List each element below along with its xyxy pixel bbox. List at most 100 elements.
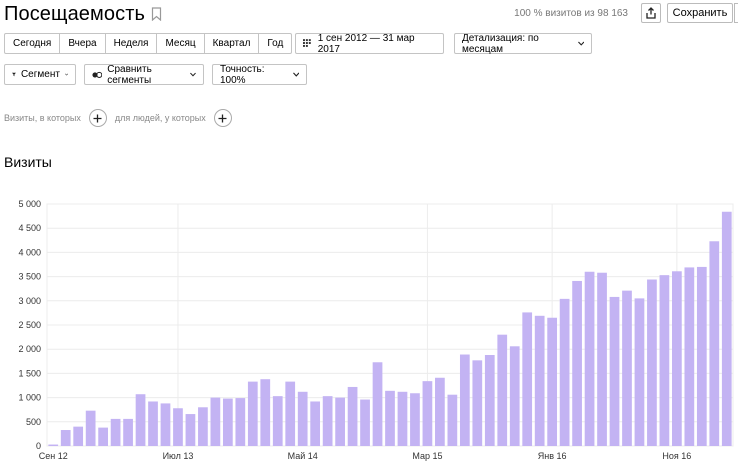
x-tick-label: Ноя 16 (662, 451, 691, 461)
bar (98, 427, 108, 446)
period-year-button[interactable]: Год (259, 33, 293, 54)
bar (472, 360, 483, 446)
more-button[interactable] (734, 3, 738, 23)
bar (522, 312, 533, 446)
period-today-button[interactable]: Сегодня (4, 33, 61, 54)
filter-icon (12, 72, 16, 77)
bar (260, 379, 271, 446)
y-tick-label: 1 500 (18, 368, 41, 378)
accuracy-dropdown[interactable]: Точность: 100% (212, 63, 307, 86)
section-title: Визиты (4, 154, 52, 170)
bar (310, 401, 321, 446)
detail-dropdown[interactable]: Детализация: по месяцам (454, 32, 592, 55)
save-button[interactable]: Сохранить (667, 3, 733, 23)
bar (447, 394, 458, 446)
period-month-button[interactable]: Месяц (157, 33, 205, 54)
period-yesterday-button[interactable]: Вчера (60, 33, 106, 54)
x-tick-label: Июл 13 (163, 451, 194, 461)
bar (709, 241, 720, 446)
bar (435, 377, 445, 446)
bar (210, 397, 221, 446)
bar (584, 271, 595, 446)
export-button[interactable] (641, 3, 661, 23)
y-tick-label: 3 000 (18, 296, 41, 306)
visits-filter-label: Визиты, в которых (4, 113, 81, 123)
calendar-icon (303, 39, 311, 47)
period-quarter-button[interactable]: Квартал (204, 33, 260, 54)
bar (60, 430, 71, 446)
bar (559, 298, 570, 446)
bar (285, 381, 296, 446)
bar (272, 396, 283, 446)
bar (360, 399, 370, 446)
x-tick-label: Май 14 (288, 451, 318, 461)
accuracy-label: Точность: 100% (220, 63, 265, 86)
bar (123, 418, 133, 446)
y-tick-label: 4 000 (18, 247, 41, 257)
x-tick-label: Мар 15 (412, 451, 442, 461)
bar (335, 397, 345, 446)
plus-icon (93, 114, 102, 122)
compare-icon (92, 71, 103, 78)
segment-dropdown[interactable]: Сегмент (4, 64, 76, 85)
bar (647, 279, 657, 446)
y-tick-label: 500 (26, 417, 41, 427)
bar (484, 355, 495, 446)
bar (497, 334, 508, 446)
people-filter-label: для людей, у которых (114, 113, 206, 123)
add-visit-condition-button[interactable] (88, 109, 107, 127)
y-tick-label: 4 500 (18, 223, 41, 233)
bar (509, 346, 520, 446)
page-title: Посещаемость (4, 2, 145, 25)
y-tick-label: 2 000 (18, 344, 41, 354)
visits-share-info: 100 % визитов из 98 163 (514, 8, 628, 19)
bar (622, 290, 632, 446)
y-tick-label: 3 500 (18, 272, 41, 282)
bar (73, 426, 84, 446)
y-tick-label: 2 500 (18, 320, 41, 330)
y-tick-label: 5 000 (18, 199, 41, 209)
bar (672, 271, 682, 446)
bookmark-icon[interactable] (151, 7, 162, 21)
bar (609, 296, 620, 446)
bar (422, 381, 433, 446)
bar (297, 391, 308, 446)
bar (397, 391, 408, 446)
bar (48, 444, 59, 446)
bar (459, 354, 470, 446)
bar (696, 266, 707, 446)
y-tick-label: 1 000 (18, 393, 41, 403)
filter-row: Визиты, в которых для людей, у которых (4, 108, 232, 128)
bar (185, 414, 196, 446)
bar (634, 298, 645, 446)
bar (385, 390, 395, 446)
bar (659, 275, 670, 446)
bar (110, 418, 121, 446)
share-icon (646, 7, 656, 19)
x-tick-label: Янв 16 (538, 451, 567, 461)
bar (148, 401, 158, 446)
bar (247, 381, 258, 446)
bar (372, 362, 383, 446)
bar (198, 407, 208, 446)
bar (597, 272, 607, 446)
detail-label: Детализация: по месяцам (462, 32, 539, 55)
compare-segments-dropdown[interactable]: Сравнить сегменты (84, 64, 204, 86)
bar (173, 408, 183, 446)
add-people-condition-button[interactable] (213, 109, 232, 127)
bar (347, 386, 358, 446)
date-range-button[interactable]: 1 сен 2012 — 31 мар 2017 (295, 32, 444, 55)
x-tick-label: Сен 12 (39, 451, 68, 461)
title-row: Посещаемость (4, 2, 162, 26)
bar (721, 211, 732, 446)
date-range-label: 1 сен 2012 — 31 мар 2017 (317, 32, 415, 55)
bar (322, 396, 333, 446)
bar (547, 317, 558, 446)
bar (160, 403, 171, 446)
visits-bar-chart: 0 500 1 000 1 500 2 000 2 500 3 000 3 500 4 000 4… (18, 199, 734, 461)
chevron-down-icon (577, 41, 584, 46)
plus-icon (218, 114, 227, 122)
period-week-button[interactable]: Неделя (105, 33, 158, 54)
segment-label: Сегмент (20, 69, 60, 80)
bar (235, 398, 246, 446)
